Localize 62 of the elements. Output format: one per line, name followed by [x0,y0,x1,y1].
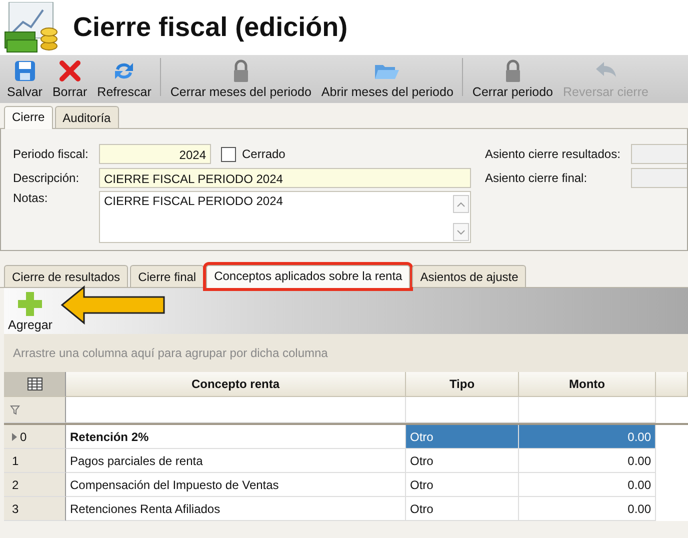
field-label: Asiento cierre final: [485,171,588,185]
filter-cell[interactable] [66,397,406,423]
row-header[interactable]: 2 [4,473,66,497]
toolbar-button[interactable]: Cerrar meses del periodo [165,59,316,99]
table-cell: 0.00 [519,473,656,497]
field-label: Notas: [13,191,49,205]
tab[interactable]: Cierre final [130,265,204,287]
table-cell: Otro [406,449,519,473]
notes-text: CIERRE FISCAL PERIODO 2024 [104,194,283,210]
field-label: Periodo fiscal: [13,147,90,161]
filter-cell[interactable] [519,397,656,423]
group-panel: Arrastre una columna aquí para agrupar por dicha columna [4,334,688,372]
filter-cell[interactable] [406,397,519,423]
header-filler [656,372,688,397]
toolbar-button[interactable]: Abrir meses del periodo [316,59,458,99]
plus-icon [16,290,44,318]
column-header[interactable]: Concepto renta [66,372,406,397]
tab[interactable]: Conceptos aplicados sobre la renta [206,265,410,288]
chevron-down-icon [457,230,465,234]
chevron-up-icon [457,202,465,206]
tab[interactable]: Asientos de ajuste [412,265,526,287]
toolbar-button[interactable]: Salvar [2,59,48,99]
save-icon [12,59,37,83]
tab[interactable]: Cierre [4,106,53,129]
toolbar-button[interactable]: Refrescar [92,59,156,99]
column-header[interactable]: Monto [519,372,656,397]
tab[interactable]: Auditoría [54,106,119,128]
add-button[interactable]: Agregar [4,290,56,332]
row-header[interactable]: 1 [4,449,66,473]
table-cell: Otro [406,473,519,497]
current-row-icon [12,432,17,440]
table-cell: Retenciones Renta Afiliados [66,497,406,521]
field-label: Descripción: [13,171,80,185]
row-header[interactable]: 0 [4,425,66,449]
table-cell: 0.00 [519,425,656,449]
row-header[interactable]: 3 [4,497,66,521]
input-field[interactable] [631,144,687,164]
window-title: Cierre fiscal (edición) [73,12,348,43]
scroll-down-button[interactable] [453,223,469,241]
table-cell: 0.00 [519,497,656,521]
description-field[interactable]: CIERRE FISCAL PERIODO 2024 [99,168,471,188]
table-cell: Otro [406,425,519,449]
filter-icon[interactable] [10,404,20,414]
toolbar-button[interactable]: Cerrar periodo [467,59,558,99]
field-label: Asiento cierre resultados: [485,147,622,161]
table-cell: Otro [406,497,519,521]
checkbox[interactable] [221,146,236,162]
table-cell: 0.00 [519,449,656,473]
delete-icon [58,59,82,83]
toolbar-button[interactable]: Borrar [47,59,92,99]
period-field[interactable]: 2024 [99,144,211,164]
input-field[interactable] [631,168,687,188]
column-chooser-icon[interactable] [26,377,42,391]
notes-field[interactable]: CIERRE FISCAL PERIODO 2024 [99,191,471,243]
table-cell: Pagos parciales de renta [66,449,406,473]
column-header[interactable]: Tipo [406,372,519,397]
table-cell: Compensación del Impuesto de Ventas [66,473,406,497]
table-cell: Retención 2% [66,425,406,449]
finance-chart-icon [3,2,59,54]
scroll-up-button[interactable] [453,195,469,213]
checkbox-label: Cerrado [242,147,286,161]
tab[interactable]: Cierre de resultados [4,265,128,287]
